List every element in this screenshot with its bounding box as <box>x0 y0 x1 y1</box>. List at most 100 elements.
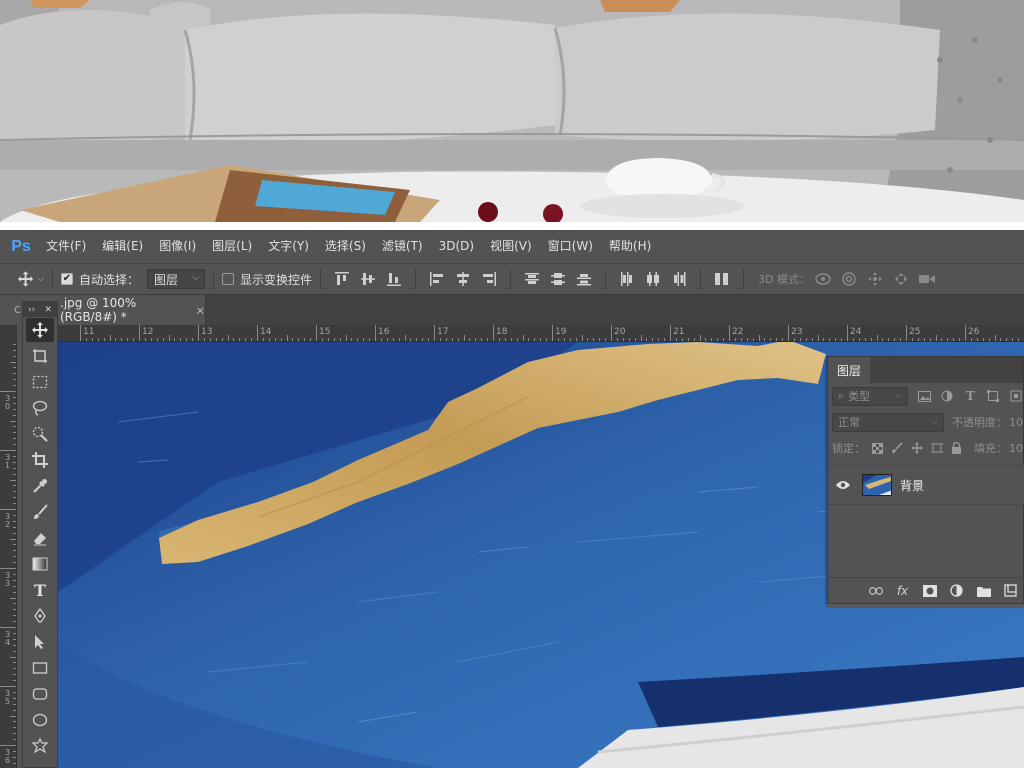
gradient-tool[interactable] <box>26 552 54 576</box>
auto-align-button[interactable] <box>709 267 735 291</box>
layer-filter-dropdown[interactable]: ⌕ 类型 ⌵ <box>832 386 908 406</box>
link-layers-button[interactable] <box>867 582 884 599</box>
menu-view[interactable]: 视图(V) <box>482 230 540 263</box>
ruler-tick <box>13 762 16 764</box>
layer-visibility-toggle[interactable] <box>828 480 858 490</box>
ruler-tick <box>911 338 913 341</box>
vertical-ruler[interactable]: 9 3 0 3 1 3 2 3 3 3 4 3 5 3 6 <box>0 342 17 768</box>
filter-smart-object-button[interactable] <box>1010 389 1023 404</box>
menu-select[interactable]: 选择(S) <box>317 230 374 263</box>
distribute-right-button[interactable] <box>666 267 692 291</box>
layer-style-button[interactable]: fx <box>894 582 911 599</box>
tab-layers[interactable]: 图层 <box>828 357 871 383</box>
distribute-vcenter-button[interactable] <box>545 267 571 291</box>
ruler-tick <box>13 414 16 416</box>
3d-pan-button[interactable] <box>862 267 888 291</box>
close-icon[interactable]: ✕ <box>44 305 52 315</box>
lasso-tool[interactable] <box>26 396 54 420</box>
align-hcenter-button[interactable] <box>450 267 476 291</box>
auto-select-target-dropdown[interactable]: 图层 ⌵ <box>147 269 206 289</box>
menu-file[interactable]: 文件(F) <box>38 230 94 263</box>
close-tab-button[interactable]: × <box>196 304 205 317</box>
eraser-tool[interactable] <box>26 526 54 550</box>
lock-artboard-button[interactable] <box>929 441 944 456</box>
path-select-tool[interactable] <box>26 630 54 654</box>
new-layer-icon <box>1004 584 1017 597</box>
ruler-tick <box>965 325 966 341</box>
collapse-icon[interactable]: ›› <box>28 305 35 315</box>
menu-type[interactable]: 文字(Y) <box>260 230 317 263</box>
horizontal-ruler[interactable]: 11 12 13 14 15 16 17 18 19 20 21 22 23 24 25 26 <box>58 325 1024 342</box>
3d-rotate-button[interactable] <box>810 267 836 291</box>
distribute-hcenter-button[interactable] <box>640 267 666 291</box>
rounded-rect-tool[interactable] <box>26 682 54 706</box>
align-top-button[interactable] <box>329 267 355 291</box>
new-group-button[interactable] <box>975 582 992 599</box>
filter-type-button[interactable]: T <box>964 389 977 404</box>
artboard-tool[interactable] <box>26 344 54 368</box>
ruler-mark-label: 3 3 <box>5 571 11 588</box>
align-bottom-button[interactable] <box>381 267 407 291</box>
align-left-button[interactable] <box>424 267 450 291</box>
menu-window[interactable]: 窗口(W) <box>540 230 601 263</box>
ruler-tick <box>13 579 16 581</box>
ruler-tick <box>616 338 618 341</box>
crop-tool[interactable] <box>26 448 54 472</box>
3d-scale-button[interactable] <box>914 267 940 291</box>
auto-select-checkbox[interactable]: ✔ <box>61 273 73 285</box>
brush-tool[interactable] <box>26 500 54 524</box>
menu-3d[interactable]: 3D(D) <box>431 230 482 263</box>
3d-roll-icon <box>842 272 856 286</box>
3d-slide-button[interactable] <box>888 267 914 291</box>
3d-roll-button[interactable] <box>836 267 862 291</box>
lock-transparent-button[interactable] <box>870 441 885 456</box>
pen-tool[interactable] <box>26 604 54 628</box>
menu-edit[interactable]: 编辑(E) <box>94 230 151 263</box>
menu-help[interactable]: 帮助(H) <box>601 230 659 263</box>
filter-shape-button[interactable] <box>987 389 1000 404</box>
menu-layer[interactable]: 图层(L) <box>204 230 260 263</box>
lock-label: 锁定： <box>832 442 865 455</box>
new-layer-button[interactable] <box>1002 582 1019 599</box>
move-tool-preset[interactable]: ⌵ <box>18 267 44 291</box>
align-right-button[interactable] <box>476 267 502 291</box>
ruler-tick <box>85 338 87 341</box>
distribute-top-button[interactable] <box>519 267 545 291</box>
move-tool[interactable] <box>26 318 54 342</box>
show-transform-checkbox[interactable] <box>222 273 235 285</box>
custom-shape-tool[interactable] <box>26 734 54 758</box>
ruler-tick <box>723 338 725 341</box>
type-tool[interactable]: T <box>26 578 54 602</box>
distribute-bottom-button[interactable] <box>571 267 597 291</box>
align-vcenter-button[interactable] <box>355 267 381 291</box>
image-divider <box>0 222 1024 230</box>
rounded-rect-icon <box>32 688 48 700</box>
new-adjustment-button[interactable] <box>948 582 965 599</box>
ruler-tick <box>835 338 837 341</box>
divider <box>605 269 607 289</box>
eyedropper-tool[interactable] <box>26 474 54 498</box>
ellipse-icon <box>32 713 48 727</box>
ruler-tick <box>97 338 99 341</box>
ruler-tick <box>0 745 16 746</box>
rectangle-tool[interactable] <box>26 656 54 680</box>
ruler-tick <box>941 338 943 341</box>
quick-select-tool[interactable] <box>26 422 54 446</box>
ruler-tick <box>262 338 264 341</box>
lock-pixels-button[interactable] <box>890 441 905 456</box>
layer-row-background[interactable]: 背景 <box>828 465 1024 505</box>
opacity-value[interactable]: 10 <box>1009 416 1023 429</box>
fill-value[interactable]: 10 <box>1009 442 1023 455</box>
chevron-down-icon: ⌵ <box>931 416 938 426</box>
filter-adjustment-button[interactable] <box>941 389 954 404</box>
marquee-tool[interactable] <box>26 370 54 394</box>
blend-mode-dropdown[interactable]: 正常 ⌵ <box>832 412 944 432</box>
menu-filter[interactable]: 滤镜(T) <box>374 230 431 263</box>
add-mask-button[interactable] <box>921 582 938 599</box>
distribute-left-button[interactable] <box>614 267 640 291</box>
menu-image[interactable]: 图像(I) <box>151 230 204 263</box>
filter-pixel-button[interactable] <box>917 389 931 404</box>
lock-all-button[interactable] <box>949 441 964 456</box>
ellipse-tool[interactable] <box>26 708 54 732</box>
lock-position-button[interactable] <box>910 441 925 456</box>
